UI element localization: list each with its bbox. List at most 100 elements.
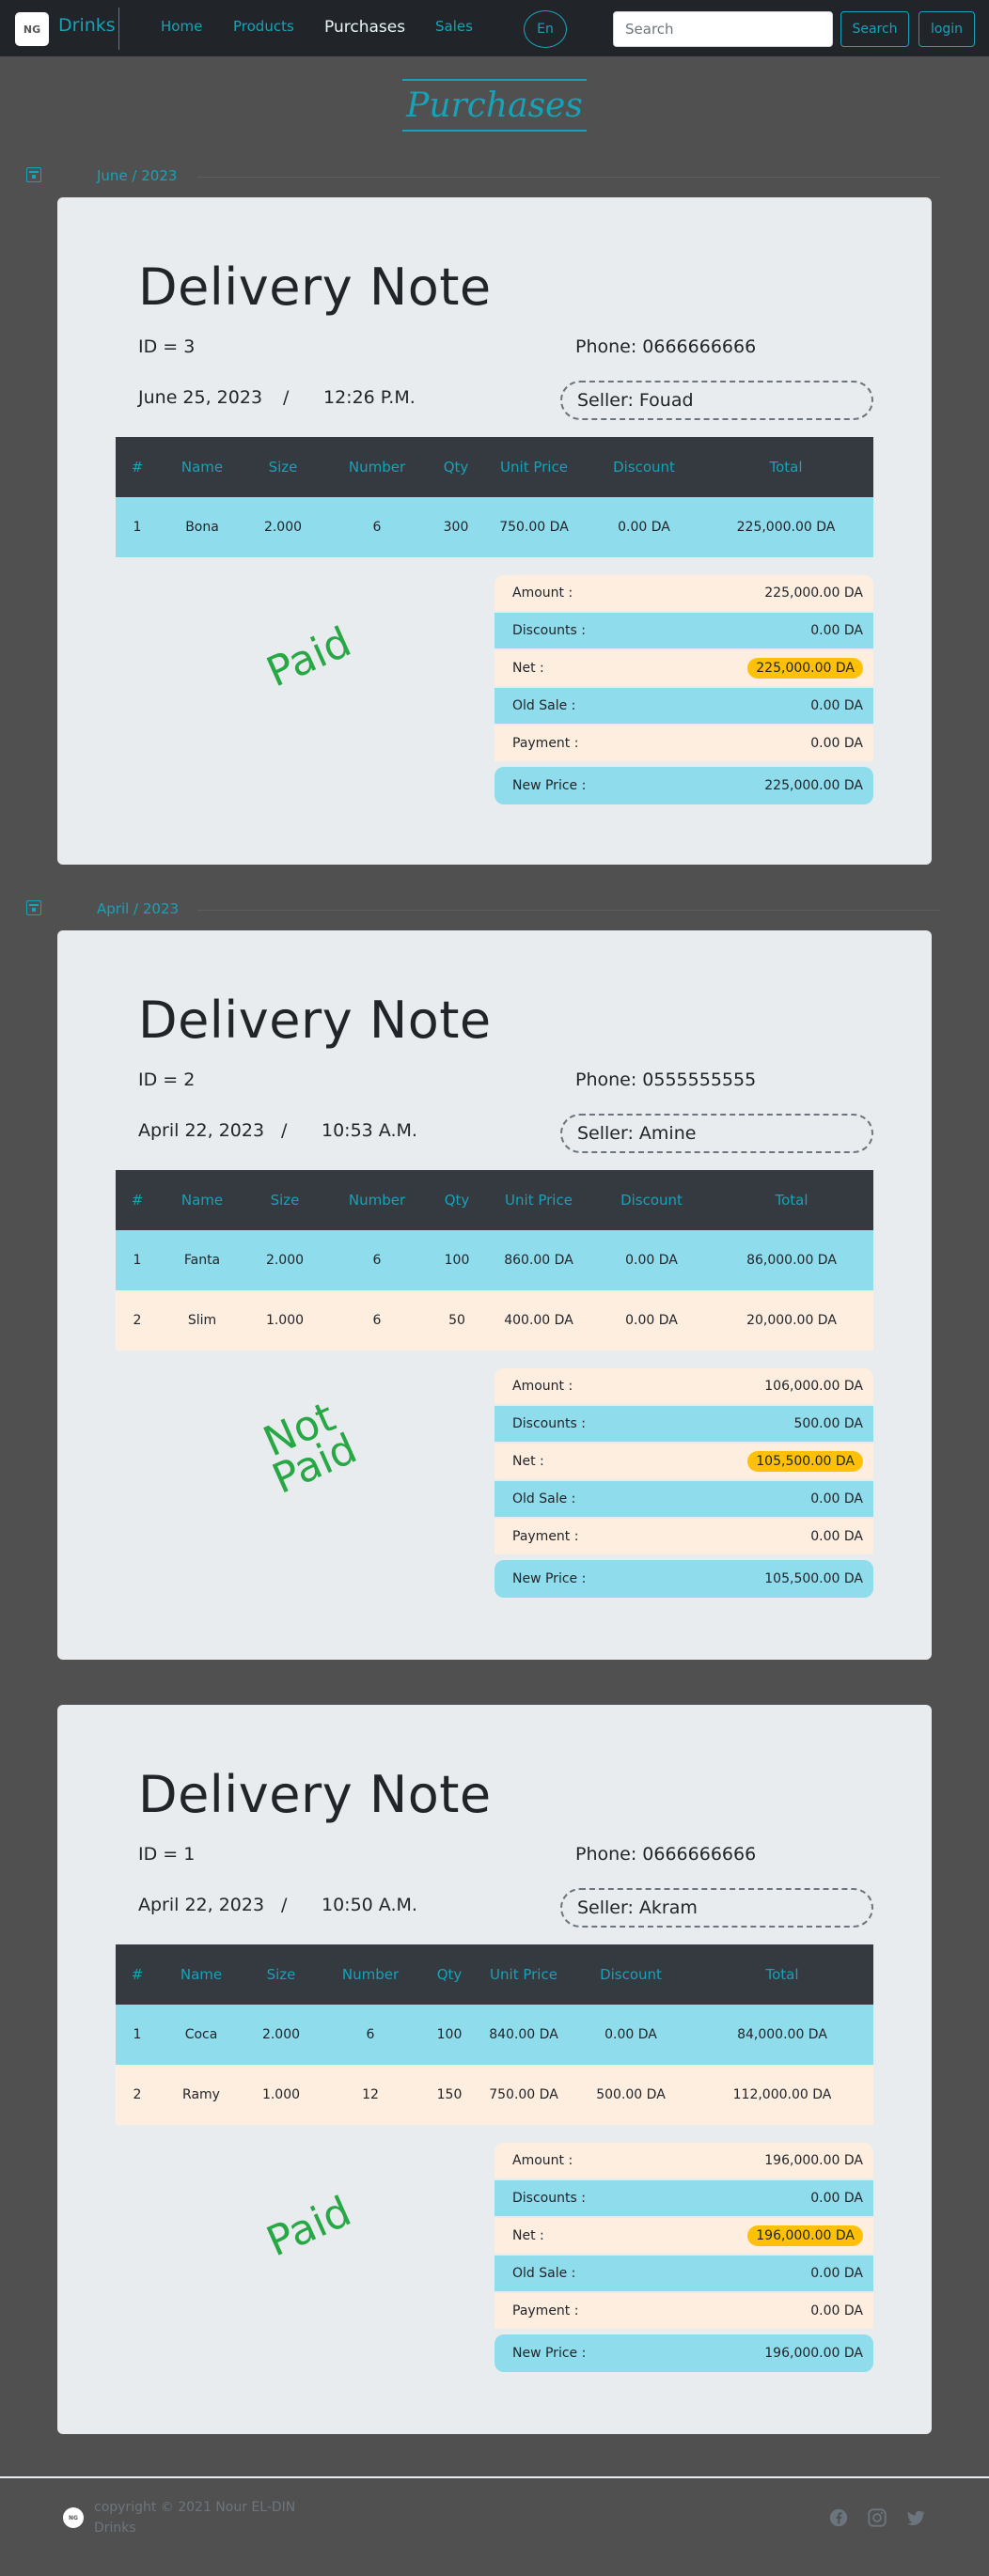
cell-total: 225,000.00 DA [736, 520, 836, 535]
cell-total: 86,000.00 DA [746, 1253, 837, 1268]
col-discount: Discount [620, 1192, 683, 1209]
summary-panel: Amount : 196,000.00 DA Discounts : 0.00 DA… [494, 2143, 873, 2374]
note-date: June 25, 2023 [138, 387, 263, 408]
twitter-icon[interactable] [905, 2507, 926, 2528]
col-count: Number [348, 1192, 406, 1209]
nav-home[interactable]: Home [161, 18, 202, 35]
cell-size: 1.000 [265, 1313, 305, 1328]
summary-label: Amount : [512, 585, 573, 601]
summary-amount: Amount : 196,000.00 DA [494, 2143, 873, 2178]
col-discount: Discount [600, 1966, 662, 1983]
payment-status-stamp: Paid [259, 618, 358, 697]
summary-label: Amount : [512, 1379, 573, 1394]
note-time: 12:26 P.M. [323, 387, 416, 408]
footer-logo[interactable]: NG [63, 2507, 84, 2528]
cell-discount: 0.00 DA [618, 520, 670, 535]
cell-discount: 0.00 DA [625, 1313, 678, 1328]
delivery-note-title: Delivery Note [138, 991, 492, 1050]
summary-value: 0.00 DA [810, 623, 863, 638]
brand-link[interactable]: Drinks [58, 15, 116, 36]
seller-phone: Phone: 0666666666 [575, 336, 757, 357]
col-total: Total [775, 1192, 808, 1209]
nav-sales[interactable]: Sales [435, 18, 473, 35]
summary-value: 106,000.00 DA [764, 1379, 863, 1394]
logo[interactable]: NG [15, 12, 49, 46]
cell-name: Bona [185, 520, 219, 535]
summary-value: 105,500.00 DA [764, 1571, 863, 1586]
login-button[interactable]: login [918, 11, 975, 47]
summary-net: Net : 105,500.00 DA [494, 1444, 873, 1479]
table-row: 2 Ramy 1.000 12 150 750.00 DA 500.00 DA … [116, 2065, 873, 2125]
col-discount: Discount [613, 459, 675, 476]
facebook-icon[interactable] [828, 2507, 849, 2528]
cell-name: Fanta [183, 1253, 221, 1268]
cell-number: 1 [133, 2027, 142, 2042]
cell-qty: 150 [436, 2087, 463, 2102]
items-table: # Name Size Number Qty Unit Price Discou… [116, 1944, 873, 2125]
cell-name: Ramy [182, 2087, 220, 2102]
summary-net: Net : 225,000.00 DA [494, 650, 873, 686]
col-qty: Qty [443, 459, 469, 476]
month-label: June / 2023 [97, 167, 178, 184]
copyright-text: copyright © 2021 Nour EL-DIN [94, 2500, 296, 2515]
month-divider [197, 910, 940, 911]
search-input[interactable] [613, 11, 833, 47]
nav-products[interactable]: Products [233, 18, 294, 35]
summary-discounts: Discounts : 500.00 DA [494, 1406, 873, 1442]
summary-net: Net : 196,000.00 DA [494, 2218, 873, 2254]
col-name: Name [181, 459, 224, 476]
summary-amount: Amount : 106,000.00 DA [494, 1368, 873, 1404]
cell-total: 84,000.00 DA [737, 2027, 827, 2042]
summary-label: New Price : [512, 1571, 587, 1586]
cell-qty: 300 [443, 520, 469, 535]
col-unit-price: Unit Price [500, 459, 568, 476]
calendar-icon [26, 900, 41, 915]
cell-qty: 100 [444, 1253, 470, 1268]
cell-total: 20,000.00 DA [746, 1313, 837, 1328]
summary-value: 196,000.00 DA [764, 2153, 863, 2168]
cell-name: Coca [184, 2027, 218, 2042]
delivery-note-title: Delivery Note [138, 258, 492, 317]
summary-label: Discounts : [512, 2191, 586, 2206]
net-badge: 196,000.00 DA [747, 2225, 863, 2246]
search-button[interactable]: Search [840, 11, 909, 47]
month-divider [197, 177, 940, 178]
cell-number: 1 [133, 520, 142, 535]
month-label: April / 2023 [97, 900, 180, 917]
cell-total: 112,000.00 DA [732, 2087, 832, 2102]
date-time-separator: / [283, 387, 290, 408]
col-name: Name [181, 1192, 224, 1209]
cell-unit-price: 860.00 DA [504, 1253, 573, 1268]
instagram-icon[interactable] [867, 2507, 887, 2528]
summary-value: 0.00 DA [810, 1491, 863, 1507]
summary-value: 500.00 DA [793, 1416, 863, 1431]
seller-name: Seller: Fouad [560, 381, 873, 420]
col-qty: Qty [444, 1192, 470, 1209]
summary-label: Payment : [512, 1529, 579, 1544]
col-count: Number [341, 1966, 400, 1983]
summary-amount: Amount : 225,000.00 DA [494, 575, 873, 611]
note-date: April 22, 2023 [138, 1120, 265, 1141]
seller-name: Seller: Amine [560, 1114, 873, 1153]
summary-value: 0.00 DA [810, 736, 863, 751]
summary-new-price: New Price : 105,500.00 DA [494, 1560, 873, 1598]
table-row: 2 Slim 1.000 6 50 400.00 DA 0.00 DA 20,0… [116, 1290, 873, 1350]
summary-old-sale: Old Sale : 0.00 DA [494, 1481, 873, 1517]
col-size: Size [266, 1966, 296, 1983]
cell-number: 2 [133, 1313, 142, 1328]
delivery-note-card: Delivery Note ID = 1 Phone: 0666666666 A… [57, 1705, 932, 2434]
delivery-note-title: Delivery Note [138, 1765, 492, 1824]
footer-copyright: copyright © 2021 Nour EL-DIN Drinks [94, 2497, 295, 2538]
language-button[interactable]: En [524, 10, 567, 48]
cell-qty: 50 [448, 1313, 465, 1328]
summary-label: Old Sale : [512, 2266, 576, 2281]
net-badge: 225,000.00 DA [747, 658, 863, 679]
seller-phone: Phone: 0555555555 [575, 1069, 757, 1090]
col-number: # [131, 459, 144, 476]
summary-value: 0.00 DA [810, 1529, 863, 1544]
payment-status-stamp: Not Paid [253, 1393, 364, 1503]
cell-number: 1 [133, 1253, 142, 1268]
nav-purchases[interactable]: Purchases [324, 18, 405, 37]
note-id: ID = 3 [138, 336, 196, 357]
cell-size: 1.000 [261, 2087, 301, 2102]
